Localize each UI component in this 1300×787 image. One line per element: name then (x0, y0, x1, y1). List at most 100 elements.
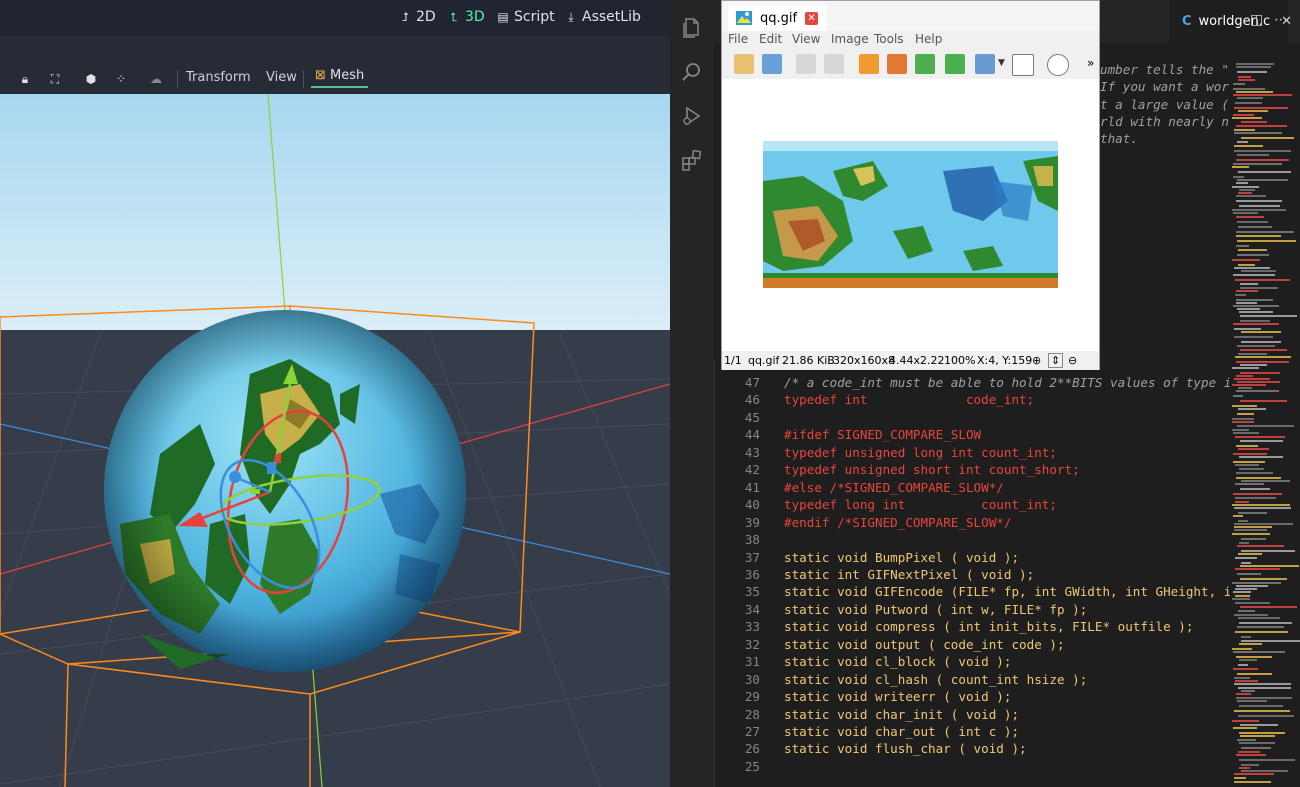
mode-assetlib-button[interactable]: ⤓ AssetLib (564, 9, 641, 25)
menu-view[interactable]: View (792, 32, 820, 46)
code-line[interactable]: static void BumpPixel ( void ); (784, 550, 1019, 565)
chevron-down-icon[interactable]: ▼ (998, 58, 1005, 68)
image-dimensions: 320x160x8 (833, 354, 896, 367)
close-icon[interactable]: ✕ (805, 11, 819, 25)
minimap-line (1237, 700, 1267, 702)
code-line[interactable]: static void cl_hash ( count_int hsize ); (784, 672, 1087, 687)
menu-image[interactable]: Image (831, 32, 869, 46)
code-line[interactable]: typedef unsigned long int count_int; (784, 445, 1057, 460)
zoom-stepper-icon[interactable]: ⇕ (1048, 353, 1064, 368)
code-line[interactable]: typedef unsigned short int count_short; (784, 462, 1080, 477)
code-line[interactable]: static void GIFEncode (FILE* fp, int GWi… (784, 584, 1247, 599)
code-line[interactable]: static void writeerr ( void ); (784, 689, 1011, 704)
minimap-line (1236, 195, 1266, 197)
save-icon[interactable] (762, 54, 782, 74)
code-line[interactable]: static void Putword ( int w, FILE* fp ); (784, 602, 1087, 617)
cursor-coords: X:4, Y:159 (977, 354, 1033, 367)
minimap-line (1236, 200, 1282, 202)
code-line[interactable]: static void char_out ( int c ); (784, 724, 1019, 739)
minimap-line (1238, 171, 1291, 173)
zoom-in-icon[interactable]: ⊕ (1032, 354, 1041, 367)
mode-3d-button[interactable]: ⮤ 3D (447, 9, 484, 25)
minimap-line (1240, 364, 1267, 366)
minimap-line (1234, 614, 1268, 616)
more-actions-icon[interactable]: ⋯ (1274, 12, 1288, 28)
minimap-line (1236, 472, 1273, 474)
minimap-line (1241, 764, 1259, 766)
code-line[interactable]: #ifdef SIGNED_COMPARE_SLOW (784, 427, 981, 442)
color-tool-icon[interactable] (975, 54, 995, 74)
resize-icon[interactable] (887, 54, 907, 74)
minimap-line (1238, 249, 1267, 251)
minimap-line (1233, 212, 1258, 214)
environment-icon[interactable]: ☁ (148, 71, 164, 87)
search-icon[interactable] (680, 60, 704, 84)
rotate-left-icon[interactable] (915, 54, 935, 74)
crop-icon[interactable] (859, 54, 879, 74)
menu-help[interactable]: Help (915, 32, 942, 46)
redo-icon[interactable] (824, 54, 844, 74)
minimap-line (1237, 154, 1269, 156)
image-canvas[interactable] (722, 79, 1099, 351)
menu-file[interactable]: File (728, 32, 748, 46)
minimap-line (1232, 720, 1259, 722)
transform-menu[interactable]: Transform (186, 70, 251, 85)
menu-tools[interactable]: Tools (874, 32, 904, 46)
mode-script-button[interactable]: ▤ Script (496, 9, 554, 25)
3d-viewport[interactable] (0, 94, 670, 787)
explorer-icon[interactable] (680, 16, 704, 40)
minimap-line (1237, 739, 1256, 741)
line-number: 46 (744, 392, 760, 408)
code-line[interactable]: static int GIFNextPixel ( void ); (784, 567, 1034, 582)
snap-icon[interactable]: ⁘ (113, 71, 129, 87)
code-line[interactable]: typedef int code_int; (784, 392, 1034, 407)
run-debug-icon[interactable] (680, 104, 704, 128)
minimap-line (1236, 299, 1273, 301)
globe[interactable] (104, 310, 466, 672)
menu-edit[interactable]: Edit (759, 32, 782, 46)
mesh-cube-icon[interactable]: ⬢ (83, 71, 99, 87)
code-line[interactable]: static void compress ( int init_bits, FI… (784, 619, 1193, 634)
view-menu[interactable]: View (266, 70, 297, 85)
tab-worldgen-c[interactable]: C worldgen.c ✕ (1170, 0, 1292, 43)
rotate-right-icon[interactable] (945, 54, 965, 74)
extensions-icon[interactable] (680, 148, 704, 172)
toolbar-overflow-icon[interactable]: » (1087, 56, 1094, 70)
undo-icon[interactable] (796, 54, 816, 74)
code-line[interactable]: #endif /*SIGNED_COMPARE_SLOW*/ (784, 515, 1011, 530)
minimap-line (1238, 610, 1255, 612)
minimap-line (1237, 71, 1267, 73)
minimap-line (1236, 91, 1273, 93)
file-size: 21.86 KiB (782, 354, 835, 367)
code-line[interactable]: static void output ( code_int code ); (784, 637, 1065, 652)
minimap[interactable] (1230, 43, 1300, 787)
zoom-in-icon[interactable] (1047, 54, 1069, 76)
code-line[interactable]: #else /*SIGNED_COMPARE_SLOW*/ (784, 480, 1004, 495)
minimap-line (1240, 349, 1287, 351)
code-line[interactable]: static void char_init ( void ); (784, 707, 1019, 722)
minimap-line (1238, 79, 1255, 81)
toolbar-separator (303, 70, 304, 88)
minimap-line (1234, 132, 1282, 134)
code-line[interactable]: typedef long int count_int; (784, 497, 1057, 512)
minimap-line (1238, 715, 1294, 717)
minimap-line (1239, 456, 1283, 458)
split-editor-icon[interactable]: ◫ (1250, 12, 1263, 28)
godot-top-bar: ⮥ 2D ⮤ 3D ▤ Script ⤓ AssetLib (0, 0, 670, 36)
viewer-tab[interactable]: qq.gif ✕ (728, 5, 827, 31)
minimap-line (1236, 125, 1287, 127)
minimap-line (1236, 697, 1292, 699)
code-line[interactable]: /* a code_int must be able to hold 2**BI… (784, 375, 1254, 390)
minimap-line (1241, 480, 1290, 482)
open-icon[interactable] (734, 54, 754, 74)
mode-2d-button[interactable]: ⮥ 2D (398, 9, 435, 25)
code-line[interactable]: static void flush_char ( void ); (784, 741, 1027, 756)
histogram-icon[interactable] (1012, 54, 1034, 76)
zoom-out-icon[interactable]: ⊖ (1068, 354, 1077, 367)
mesh-menu[interactable]: ⊠ Mesh (311, 68, 369, 88)
group-icon[interactable]: ⛶ (47, 71, 63, 87)
minimap-line (1238, 664, 1248, 666)
code-line[interactable]: static void cl_block ( void ); (784, 654, 1011, 669)
minimap-line (1234, 777, 1246, 779)
lock-icon[interactable]: 🔒︎ (17, 71, 33, 87)
